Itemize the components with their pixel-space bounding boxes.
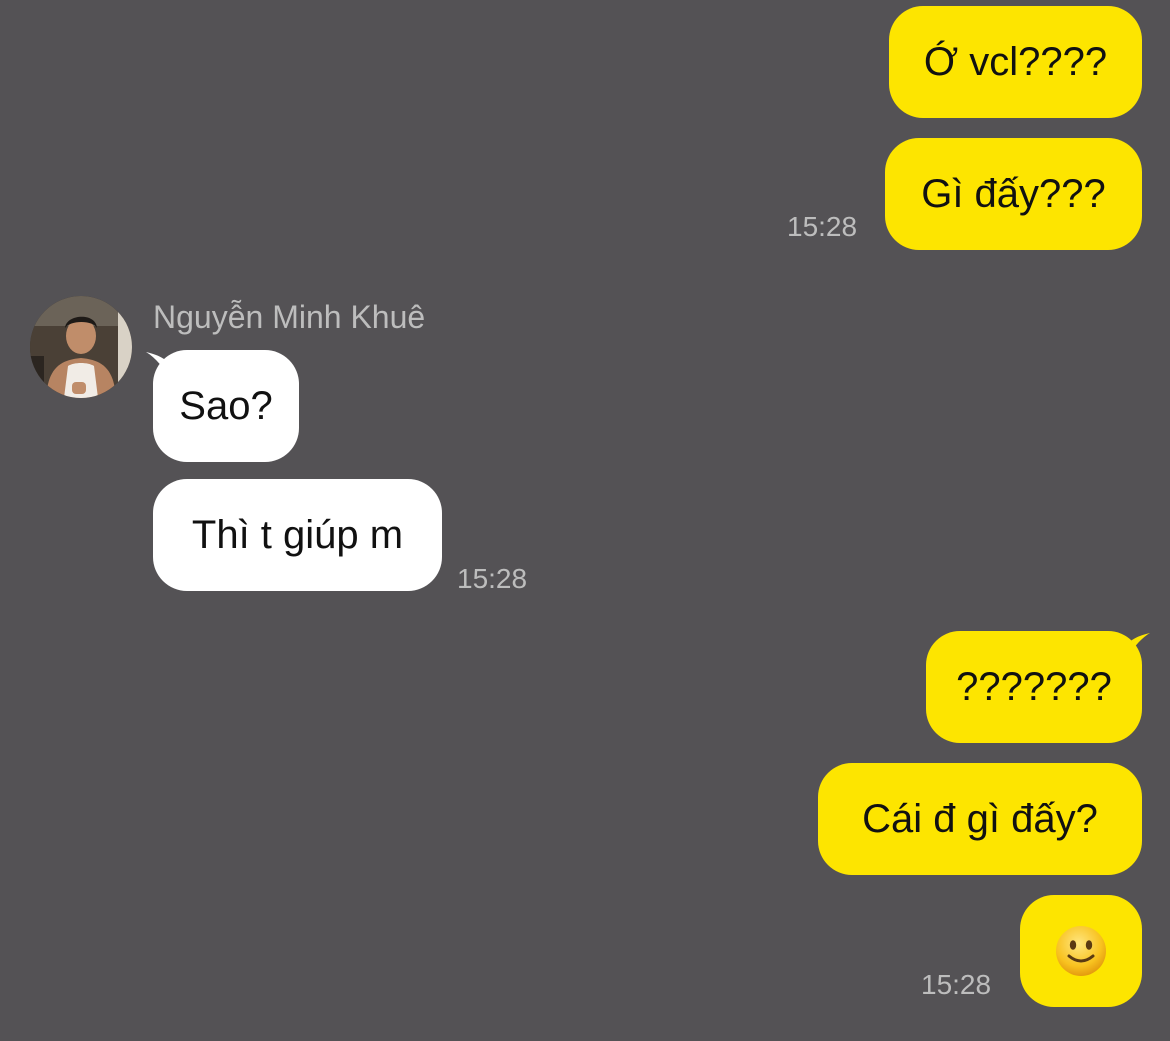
message-text: Ớ vcl???? bbox=[923, 39, 1108, 84]
message-timestamp: 15:28 bbox=[787, 211, 858, 242]
message-text: Thì t giúp m bbox=[191, 512, 404, 557]
message-bubble-incoming[interactable]: Sao? bbox=[153, 350, 299, 462]
slightly-smiling-face-emoji bbox=[1056, 926, 1106, 976]
message-timestamp: 15:28 bbox=[457, 563, 528, 594]
message-bubble-outgoing[interactable]: Gì đấy??? bbox=[885, 138, 1142, 250]
avatar-photo bbox=[30, 296, 132, 398]
message-text: ??????? bbox=[956, 664, 1112, 709]
sender-name: Nguyễn Minh Khuê bbox=[153, 299, 426, 335]
message-timestamp: 15:28 bbox=[921, 969, 992, 1000]
message-bubble-outgoing[interactable] bbox=[1020, 895, 1142, 1007]
message-bubble-outgoing[interactable]: Cái đ gì đấy? bbox=[818, 763, 1142, 875]
message-text: Gì đấy??? bbox=[921, 171, 1106, 216]
sender-avatar[interactable] bbox=[30, 296, 132, 398]
message-bubble-outgoing[interactable]: ??????? bbox=[926, 631, 1142, 743]
message-bubble-outgoing[interactable]: Ớ vcl???? bbox=[889, 6, 1142, 118]
message-bubble-incoming[interactable]: Thì t giúp m bbox=[153, 479, 442, 591]
message-text: Cái đ gì đấy? bbox=[862, 796, 1098, 841]
message-text: Sao? bbox=[179, 383, 273, 428]
